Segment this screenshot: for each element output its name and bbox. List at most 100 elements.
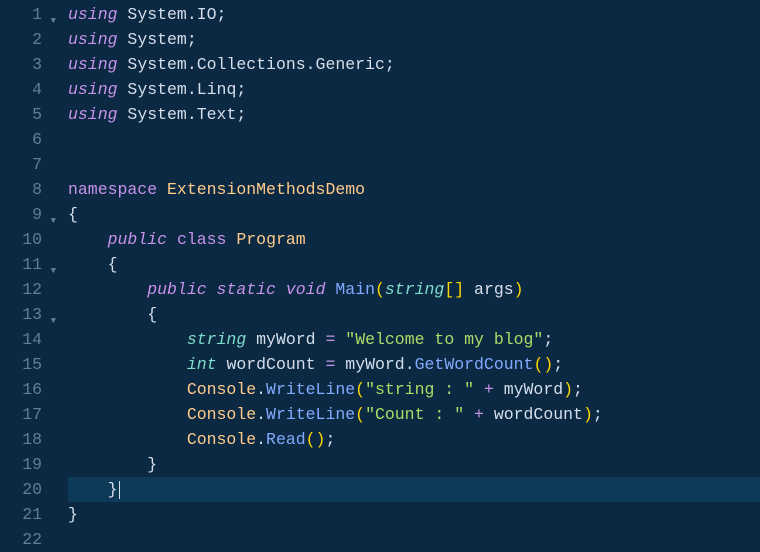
- line-number: 19: [0, 452, 50, 477]
- string-literal: "Welcome to my blog": [345, 330, 543, 349]
- line-number: 16: [0, 377, 50, 402]
- line-number: 12: [0, 277, 50, 302]
- dot: .: [256, 430, 266, 449]
- semicolon: ;: [236, 105, 246, 124]
- line-number: 7: [0, 152, 50, 177]
- paren-open: (: [355, 405, 365, 424]
- semicolon: ;: [187, 30, 197, 49]
- code-line[interactable]: using System.Text;: [68, 102, 760, 127]
- code-editor[interactable]: 1▼23456789▼1011▼1213▼141516171819202122 …: [0, 0, 760, 552]
- line-number: 9▼: [0, 202, 50, 227]
- code-line[interactable]: int wordCount = myWord.GetWordCount();: [68, 352, 760, 377]
- namespace-ref: System.Collections.Generic: [127, 55, 384, 74]
- keyword-using: using: [68, 105, 118, 124]
- code-line-active[interactable]: }: [68, 477, 760, 502]
- method-name: Main: [335, 280, 375, 299]
- code-line[interactable]: [68, 127, 760, 152]
- line-number: 6: [0, 127, 50, 152]
- operator-assign: =: [325, 355, 335, 374]
- line-number: 1▼: [0, 2, 50, 27]
- namespace-ref: System: [127, 30, 186, 49]
- code-area[interactable]: using System.IO; using System; using Sys…: [50, 0, 760, 552]
- code-line[interactable]: }: [68, 502, 760, 527]
- namespace-ref: System.IO: [127, 5, 216, 24]
- line-number: 2: [0, 27, 50, 52]
- code-line[interactable]: public static void Main(string[] args): [68, 277, 760, 302]
- semicolon: ;: [573, 380, 583, 399]
- code-line[interactable]: Console.WriteLine("Count : " + wordCount…: [68, 402, 760, 427]
- code-line[interactable]: {: [68, 202, 760, 227]
- code-line[interactable]: using System.Linq;: [68, 77, 760, 102]
- type-string: string: [187, 330, 246, 349]
- brace-close: }: [108, 480, 118, 499]
- class-name: Program: [236, 230, 305, 249]
- method-call: Read: [266, 430, 306, 449]
- code-line[interactable]: Console.WriteLine("string : " + myWord);: [68, 377, 760, 402]
- line-number: 8: [0, 177, 50, 202]
- parens: (): [306, 430, 326, 449]
- keyword-void: void: [286, 280, 326, 299]
- code-line[interactable]: {: [68, 252, 760, 277]
- code-line[interactable]: {: [68, 302, 760, 327]
- keyword-using: using: [68, 30, 118, 49]
- paren-open: (: [355, 380, 365, 399]
- code-line[interactable]: [68, 527, 760, 552]
- line-number: 10: [0, 227, 50, 252]
- line-number: 21: [0, 502, 50, 527]
- type-int: int: [187, 355, 217, 374]
- param-name: args: [474, 280, 514, 299]
- dot: .: [256, 380, 266, 399]
- brace-close: }: [68, 505, 78, 524]
- line-number: 3: [0, 52, 50, 77]
- string-literal: "Count : ": [365, 405, 464, 424]
- text-cursor: [119, 481, 120, 499]
- keyword-public: public: [147, 280, 206, 299]
- namespace-name: ExtensionMethodsDemo: [167, 180, 365, 199]
- line-number: 20: [0, 477, 50, 502]
- type-console: Console: [187, 380, 256, 399]
- method-call: WriteLine: [266, 405, 355, 424]
- keyword-namespace: namespace: [68, 180, 157, 199]
- code-line[interactable]: }: [68, 452, 760, 477]
- code-line[interactable]: namespace ExtensionMethodsDemo: [68, 177, 760, 202]
- keyword-using: using: [68, 80, 118, 99]
- code-line[interactable]: using System.Collections.Generic;: [68, 52, 760, 77]
- var-name: myWord: [256, 330, 315, 349]
- semicolon: ;: [553, 355, 563, 374]
- line-number: 5: [0, 102, 50, 127]
- dot: .: [256, 405, 266, 424]
- keyword-static: static: [217, 280, 276, 299]
- code-line[interactable]: string myWord = "Welcome to my blog";: [68, 327, 760, 352]
- dot: .: [405, 355, 415, 374]
- code-line[interactable]: public class Program: [68, 227, 760, 252]
- line-number-gutter: 1▼23456789▼1011▼1213▼141516171819202122: [0, 0, 50, 552]
- namespace-ref: System.Text: [127, 105, 236, 124]
- keyword-using: using: [68, 5, 118, 24]
- bracket: []: [444, 280, 464, 299]
- semicolon: ;: [236, 80, 246, 99]
- semicolon: ;: [385, 55, 395, 74]
- semicolon: ;: [217, 5, 227, 24]
- paren-close: ): [583, 405, 593, 424]
- line-number: 15: [0, 352, 50, 377]
- operator-plus: +: [474, 405, 484, 424]
- parens: (): [533, 355, 553, 374]
- operator-assign: =: [325, 330, 335, 349]
- var-name: wordCount: [226, 355, 315, 374]
- paren-close: ): [563, 380, 573, 399]
- code-line[interactable]: using System;: [68, 27, 760, 52]
- keyword-using: using: [68, 55, 118, 74]
- keyword-class: class: [177, 230, 227, 249]
- code-line[interactable]: using System.IO;: [68, 2, 760, 27]
- type-string: string: [385, 280, 444, 299]
- brace-open: {: [108, 255, 118, 274]
- brace-open: {: [68, 205, 78, 224]
- line-number: 13▼: [0, 302, 50, 327]
- code-line[interactable]: [68, 152, 760, 177]
- brace-close: }: [147, 455, 157, 474]
- paren-close: ): [514, 280, 524, 299]
- line-number: 18: [0, 427, 50, 452]
- code-line[interactable]: Console.Read();: [68, 427, 760, 452]
- semicolon: ;: [325, 430, 335, 449]
- line-number: 11▼: [0, 252, 50, 277]
